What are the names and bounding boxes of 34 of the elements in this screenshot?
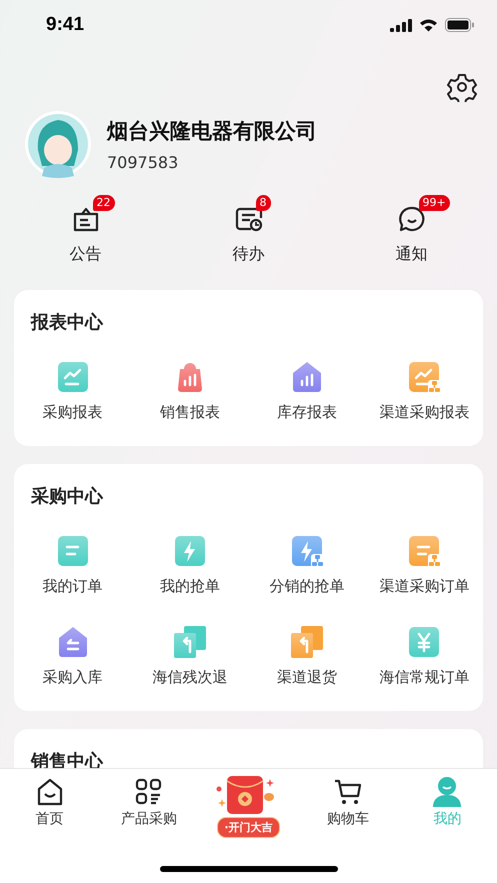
avatar — [24, 110, 92, 178]
tab[interactable]: 首页 — [0, 777, 100, 837]
tab[interactable]: ·开门大吉 — [198, 777, 298, 837]
settings-icon[interactable] — [447, 72, 477, 102]
tab[interactable]: 产品采购 — [99, 777, 199, 837]
quick-link[interactable]: 8 待办 — [167, 192, 330, 265]
menu-item[interactable]: 渠道采购订单 — [366, 534, 483, 596]
quick-link[interactable]: 22 公告 — [4, 192, 167, 265]
quick-link[interactable]: 99+ 通知 — [330, 192, 493, 265]
signal-icon — [390, 18, 412, 32]
menu-item[interactable]: 我的抢单 — [131, 534, 248, 596]
menu-item[interactable]: 海信常规订单 — [366, 625, 483, 687]
count-badge: 8 — [256, 195, 270, 211]
menu-item[interactable]: 分销的抢单 — [248, 534, 366, 596]
battery-icon — [445, 18, 475, 32]
menu-item[interactable]: 海信残次退 — [131, 625, 248, 687]
menu-item[interactable]: 渠道退货 — [248, 625, 366, 687]
menu-item[interactable]: 库存报表 — [248, 360, 366, 422]
count-badge: 22 — [92, 195, 114, 211]
menu-item[interactable]: 渠道采购报表 — [366, 360, 483, 422]
menu-item[interactable]: 我的订单 — [14, 534, 132, 596]
menu-item[interactable]: 销售报表 — [131, 360, 248, 422]
section-title: 采购中心 — [30, 485, 104, 508]
menu-item[interactable]: 采购报表 — [14, 360, 132, 422]
count-badge: 99+ — [418, 195, 450, 211]
tab[interactable]: 购物车 — [298, 777, 398, 837]
company-name: 烟台兴隆电器有限公司 — [107, 118, 317, 144]
account-number: 7097583 — [107, 152, 180, 172]
status-time: 9:41 — [46, 14, 84, 36]
section-title: 报表中心 — [30, 311, 104, 334]
person-icon — [432, 777, 462, 807]
menu-item[interactable]: 采购入库 — [14, 625, 132, 687]
wifi-icon — [419, 18, 438, 32]
cart-icon — [332, 777, 363, 807]
